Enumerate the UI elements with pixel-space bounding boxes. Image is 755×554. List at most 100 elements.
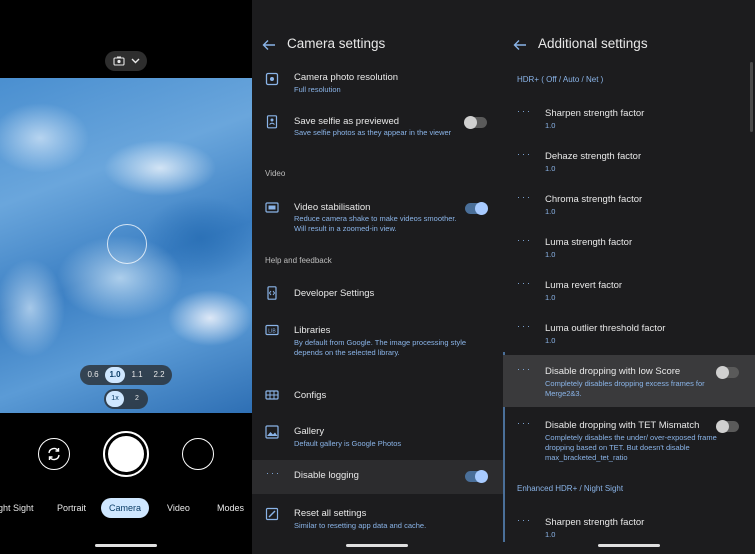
home-indicator[interactable] bbox=[346, 544, 408, 547]
dots-icon: ··· bbox=[517, 149, 532, 159]
page-title: Additional settings bbox=[538, 36, 648, 51]
setting-chroma[interactable]: ··· Chroma strength factor 1.0 bbox=[503, 192, 755, 218]
setting-subtitle: Reduce camera shake to make videos smoot… bbox=[294, 214, 457, 233]
section-help: Help and feedback bbox=[265, 256, 332, 265]
camera-settings-icon bbox=[112, 56, 125, 66]
dots-icon: ··· bbox=[517, 278, 532, 288]
shutter-row bbox=[0, 428, 252, 482]
setting-disable-logging[interactable]: ··· Disable logging bbox=[252, 467, 503, 487]
gallery-thumbnail[interactable] bbox=[182, 438, 214, 470]
setting-subtitle: Completely disables dropping excess fram… bbox=[545, 379, 705, 398]
configs-icon bbox=[265, 390, 279, 400]
setting-value: 1.0 bbox=[545, 164, 556, 173]
mode-video[interactable]: Video bbox=[167, 498, 190, 518]
stabilisation-icon bbox=[265, 202, 279, 213]
setting-subtitle: Save selfie photos as they appear in the… bbox=[294, 128, 452, 137]
setting-photo-resolution[interactable]: Camera photo resolution Full resolution bbox=[252, 70, 503, 100]
libraries-icon: LIB bbox=[265, 324, 279, 336]
zoom-0.6[interactable]: 0.6 bbox=[83, 367, 103, 383]
setting-configs[interactable]: Configs bbox=[252, 386, 503, 406]
setting-subtitle: Full resolution bbox=[294, 85, 341, 94]
setting-title: Disable logging bbox=[294, 470, 359, 481]
setting-value: 1.0 bbox=[545, 336, 556, 345]
setting-title: Developer Settings bbox=[294, 288, 375, 299]
setting-subtitle: Similar to resetting app data and cache. bbox=[294, 521, 427, 530]
video-stabilisation-toggle[interactable] bbox=[465, 202, 488, 215]
shutter-button[interactable] bbox=[103, 431, 149, 477]
setting-title: Luma strength factor bbox=[545, 237, 633, 248]
setting-title: Sharpen strength factor bbox=[545, 108, 645, 119]
setting-sharpen[interactable]: ··· Sharpen strength factor 1.0 bbox=[503, 106, 755, 132]
setting-luma-revert[interactable]: ··· Luma revert factor 1.0 bbox=[503, 278, 755, 304]
camera-mode-bar: ght Sight Portrait Camera Video Modes bbox=[0, 498, 252, 520]
developer-icon bbox=[267, 286, 277, 300]
camera-viewfinder-panel: 0.6 1.0 1.1 2.2 1x 2 ght Sight Portrait … bbox=[0, 0, 252, 554]
setting-reset[interactable]: Reset all settings Similar to resetting … bbox=[252, 506, 503, 536]
setting-title: Save selfie as previewed bbox=[294, 116, 400, 127]
section-video: Video bbox=[265, 169, 286, 178]
setting-video-stabilisation[interactable]: Video stabilisation Reduce camera shake … bbox=[252, 200, 503, 240]
setting-title: Video stabilisation bbox=[294, 202, 371, 213]
setting-value: 1.0 bbox=[545, 207, 556, 216]
home-indicator[interactable] bbox=[95, 544, 157, 547]
mode-night-sight[interactable]: ght Sight bbox=[0, 498, 34, 518]
setting-dehaze[interactable]: ··· Dehaze strength factor 1.0 bbox=[503, 149, 755, 175]
setting-title: Configs bbox=[294, 390, 327, 401]
dots-icon: ··· bbox=[517, 321, 532, 331]
section-hdr: HDR+ ( Off / Auto / Net ) bbox=[517, 75, 604, 84]
setting-title: Libraries bbox=[294, 325, 331, 336]
setting-save-selfie[interactable]: Save selfie as previewed Save selfie pho… bbox=[252, 114, 503, 154]
setting-title: Chroma strength factor bbox=[545, 194, 643, 205]
setting-title: Disable dropping with low Score bbox=[545, 366, 681, 377]
svg-text:LIB: LIB bbox=[268, 329, 276, 335]
mode-portrait[interactable]: Portrait bbox=[57, 498, 86, 518]
zoom-1.0[interactable]: 1.0 bbox=[105, 367, 125, 383]
dots-icon: ··· bbox=[517, 235, 532, 245]
dots-icon: ··· bbox=[517, 515, 532, 525]
reset-icon bbox=[265, 507, 279, 521]
dots-icon: ··· bbox=[517, 364, 532, 374]
setting-luma[interactable]: ··· Luma strength factor 1.0 bbox=[503, 235, 755, 261]
setting-enhanced-sharpen[interactable]: ··· Sharpen strength factor 1.0 bbox=[503, 515, 755, 541]
setting-value: 1.0 bbox=[545, 293, 556, 302]
section-enhanced-hdr: Enhanced HDR+ / Night Sight bbox=[517, 484, 624, 493]
gallery-icon bbox=[265, 425, 279, 439]
mode-camera[interactable]: Camera bbox=[101, 498, 150, 518]
setting-value: 1.0 bbox=[545, 250, 556, 259]
chevron-down-icon bbox=[131, 58, 139, 64]
back-arrow-icon[interactable] bbox=[262, 38, 276, 52]
camera-settings-panel: Camera settings Camera photo resolution … bbox=[252, 0, 503, 554]
setting-gallery[interactable]: Gallery Default gallery is Google Photos bbox=[252, 424, 503, 454]
setting-title: Luma outlier threshold factor bbox=[545, 323, 666, 334]
setting-luma-outlier[interactable]: ··· Luma outlier threshold factor 1.0 bbox=[503, 321, 755, 347]
camera-preview[interactable] bbox=[0, 78, 252, 413]
selfie-icon bbox=[266, 115, 278, 129]
zoom-selector: 0.6 1.0 1.1 2.2 bbox=[80, 365, 172, 385]
zoom-2.2[interactable]: 2.2 bbox=[149, 367, 169, 383]
home-indicator[interactable] bbox=[598, 544, 660, 547]
camera-options-pill[interactable] bbox=[105, 51, 147, 71]
back-arrow-icon[interactable] bbox=[513, 38, 527, 52]
setting-developer[interactable]: Developer Settings bbox=[252, 284, 503, 304]
mode-modes[interactable]: Modes bbox=[217, 498, 244, 518]
setting-title: Dehaze strength factor bbox=[545, 151, 642, 162]
low-score-toggle[interactable] bbox=[716, 366, 739, 379]
lens-selector: 1x 2 bbox=[104, 389, 148, 409]
switch-camera-button[interactable] bbox=[38, 438, 70, 470]
lens-2[interactable]: 2 bbox=[128, 391, 146, 407]
setting-value: 1.0 bbox=[545, 530, 556, 539]
zoom-1.1[interactable]: 1.1 bbox=[127, 367, 147, 383]
setting-title: Reset all settings bbox=[294, 508, 367, 519]
setting-title: Disable dropping with TET Mismatch bbox=[545, 420, 700, 431]
photo-resolution-icon bbox=[265, 72, 279, 86]
lens-1x[interactable]: 1x bbox=[106, 391, 124, 407]
disable-logging-toggle[interactable] bbox=[465, 470, 488, 483]
setting-disable-tet[interactable]: ··· Disable dropping with TET Mismatch C… bbox=[503, 418, 755, 464]
setting-disable-low-score[interactable]: ··· Disable dropping with low Score Comp… bbox=[503, 364, 755, 400]
setting-libraries[interactable]: LIB Libraries By default from Google. Th… bbox=[252, 322, 503, 370]
tet-mismatch-toggle[interactable] bbox=[716, 420, 739, 433]
setting-subtitle: By default from Google. The image proces… bbox=[294, 338, 467, 357]
save-selfie-toggle[interactable] bbox=[464, 116, 487, 129]
dots-icon: ··· bbox=[266, 468, 281, 478]
setting-subtitle: Default gallery is Google Photos bbox=[294, 439, 402, 448]
